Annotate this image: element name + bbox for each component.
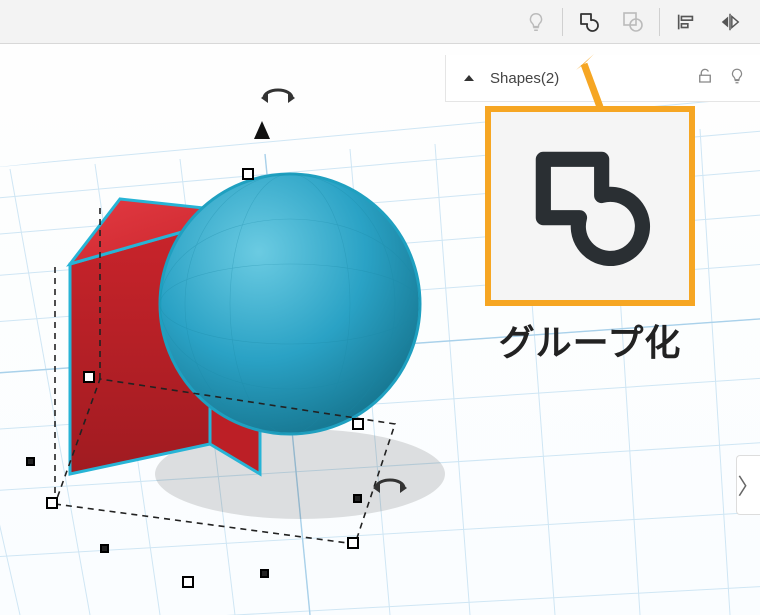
top-toolbar xyxy=(0,0,760,44)
hint-button xyxy=(514,0,558,44)
ungroup-icon xyxy=(621,10,645,34)
align-button[interactable] xyxy=(664,0,708,44)
lightbulb-icon xyxy=(728,67,746,85)
group-icon xyxy=(577,10,601,34)
selection-handle[interactable] xyxy=(182,576,194,588)
align-icon xyxy=(675,11,697,33)
sphere-shape[interactable] xyxy=(160,174,420,434)
expand-panel-tab[interactable]: 〉 xyxy=(736,455,760,515)
lightbulb-icon xyxy=(525,11,547,33)
mirror-icon xyxy=(718,11,742,33)
selection-handle[interactable] xyxy=(46,497,58,509)
selection-handle[interactable] xyxy=(352,418,364,430)
visibility-toggle[interactable] xyxy=(728,67,746,89)
group-icon-large xyxy=(520,136,660,276)
selection-edge-handle[interactable] xyxy=(353,494,362,503)
collapse-toggle[interactable] xyxy=(460,69,478,87)
lock-toggle[interactable] xyxy=(696,67,714,89)
selection-edge-handle[interactable] xyxy=(100,544,109,553)
inspector-panel: Shapes(2) xyxy=(445,55,760,102)
group-button[interactable] xyxy=(567,0,611,44)
mirror-button[interactable] xyxy=(708,0,752,44)
toolbar-separator xyxy=(659,8,660,36)
group-callout-box xyxy=(485,106,695,306)
group-callout: グループ化 xyxy=(485,106,695,366)
toolbar-separator xyxy=(562,8,563,36)
chevron-up-icon xyxy=(462,71,476,85)
group-callout-label: グループ化 xyxy=(485,314,695,366)
selection-handle[interactable] xyxy=(347,537,359,549)
selection-edge-handle[interactable] xyxy=(26,457,35,466)
unlock-icon xyxy=(696,67,714,85)
ungroup-button xyxy=(611,0,655,44)
selection-handle-top[interactable] xyxy=(242,168,254,180)
inspector-title: Shapes(2) xyxy=(490,70,559,87)
selection-edge-handle[interactable] xyxy=(260,569,269,578)
selection-handle[interactable] xyxy=(83,371,95,383)
